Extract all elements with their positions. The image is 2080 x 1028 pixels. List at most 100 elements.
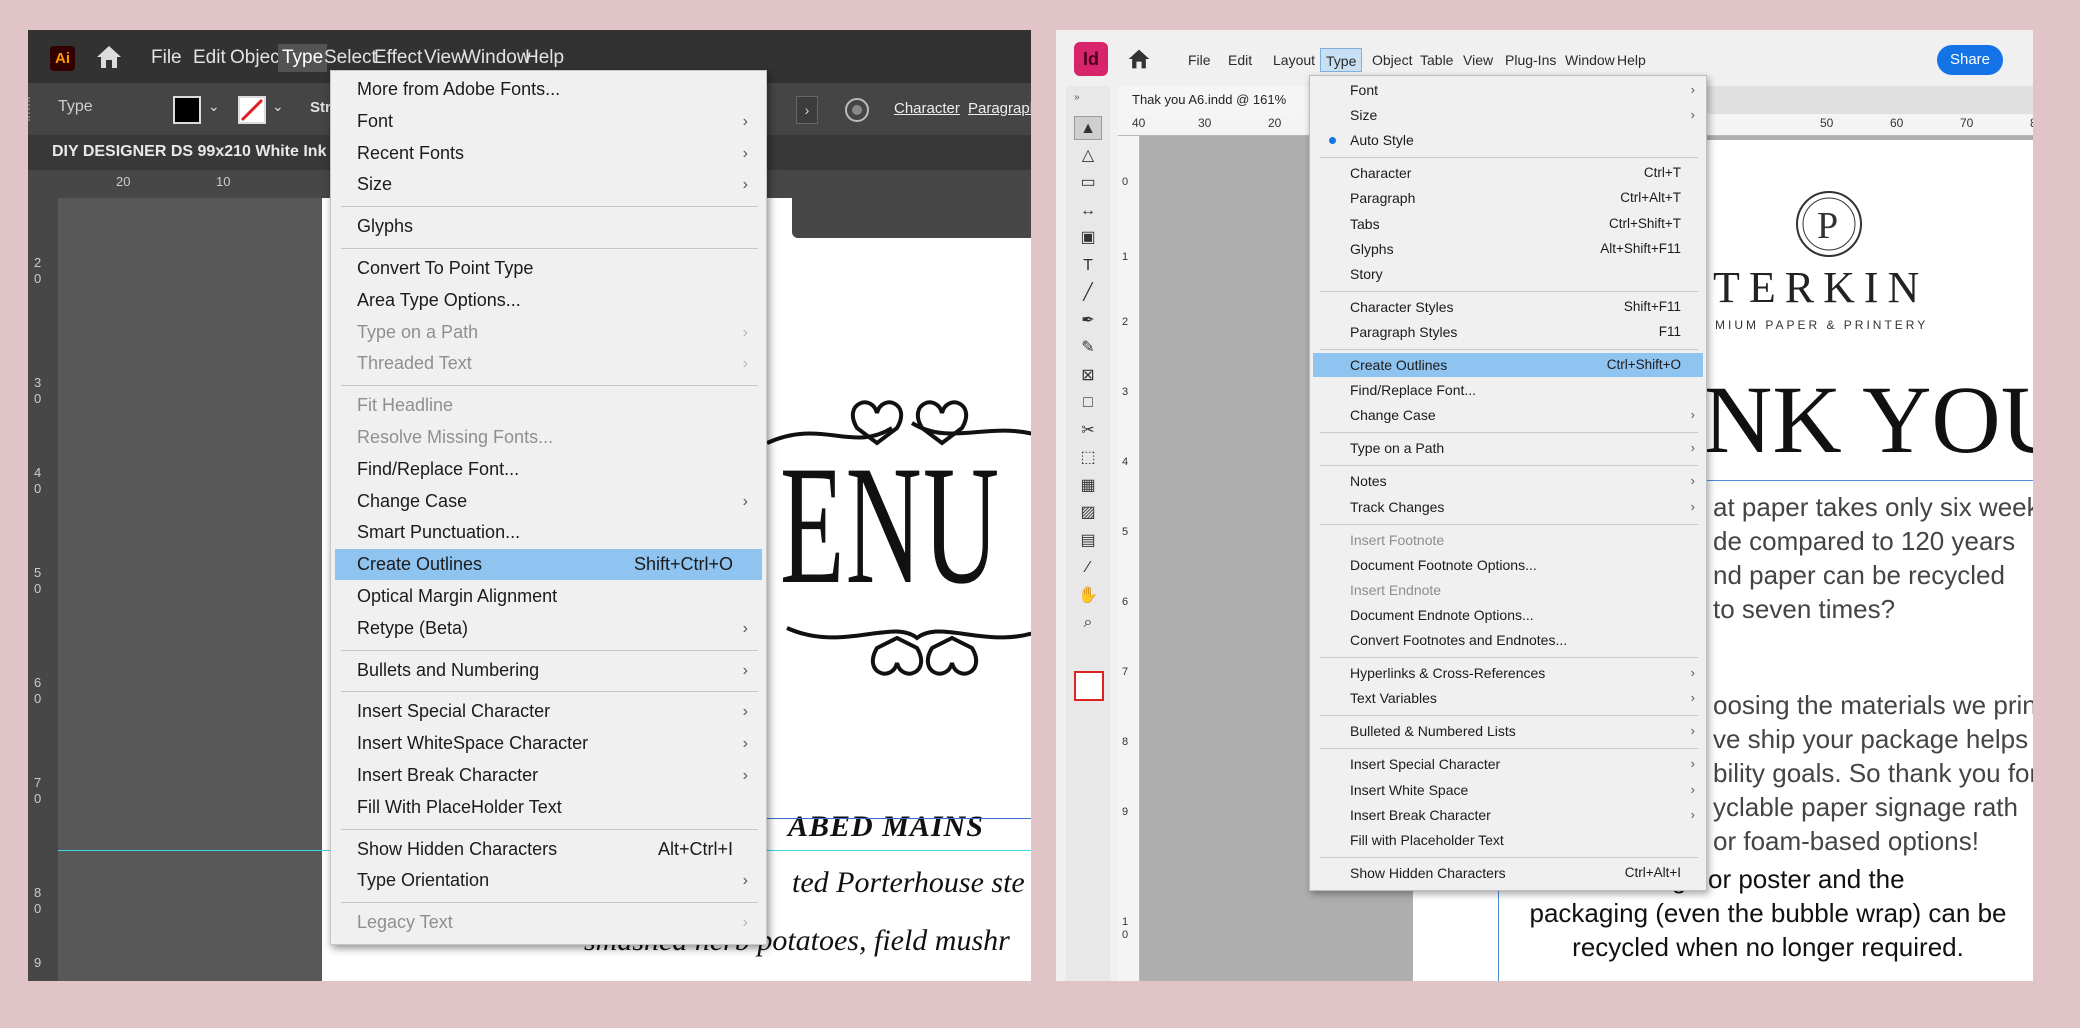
menu-object[interactable]: Object — [1367, 48, 1417, 72]
menu-item-insert-break-character[interactable]: Insert Break Character › — [1313, 803, 1703, 827]
menu-item-glyphs[interactable]: Glyphs Alt+Shift+F11 — [1313, 237, 1703, 261]
menu-item-document-footnote-options[interactable]: Document Footnote Options... — [1313, 553, 1703, 577]
menu-item-fill-with-placeholder-text[interactable]: Fill With PlaceHolder Text — [335, 792, 762, 823]
home-icon[interactable] — [1126, 47, 1152, 71]
menu-edit[interactable]: Edit — [1223, 48, 1257, 72]
eyedropper-tool-icon[interactable]: ⁄ — [1074, 556, 1102, 580]
menu-item-create-outlines[interactable]: Create Outlines Ctrl+Shift+O — [1313, 353, 1703, 377]
chevron-down-icon[interactable]: ⌄ — [272, 98, 284, 115]
menu-item-bulleted-numbered-lists[interactable]: Bulleted & Numbered Lists › — [1313, 719, 1703, 743]
fill-stroke-swatch[interactable] — [1074, 671, 1104, 701]
menu-item-track-changes[interactable]: Track Changes › — [1313, 495, 1703, 519]
menu-item-insert-special-character[interactable]: Insert Special Character › — [1313, 752, 1703, 776]
note-tool-icon[interactable]: ▤ — [1074, 529, 1102, 553]
menu-table[interactable]: Table — [1415, 48, 1458, 72]
home-icon[interactable] — [94, 43, 124, 71]
stroke-label[interactable]: Str — [310, 99, 331, 116]
shortcut-label: Shift+Ctrl+O — [633, 554, 733, 575]
gradient-tool-icon[interactable]: ▦ — [1074, 474, 1102, 498]
share-button[interactable]: Share — [1937, 45, 2003, 75]
menu-item-fill-with-placeholder-text[interactable]: Fill with Placeholder Text — [1313, 828, 1703, 852]
menu-item-type-on-a-path[interactable]: Type on a Path › — [1313, 436, 1703, 460]
menu-item-more-from-adobe-fonts[interactable]: More from Adobe Fonts... — [335, 74, 762, 105]
direct-selection-tool-icon[interactable]: △ — [1074, 144, 1102, 168]
menu-item-insert-white-space[interactable]: Insert White Space › — [1313, 778, 1703, 802]
character-panel-link[interactable]: Character — [894, 100, 960, 117]
menu-item-size[interactable]: Size › — [335, 169, 762, 200]
menu-item-document-endnote-options[interactable]: Document Endnote Options... — [1313, 603, 1703, 627]
menu-type[interactable]: Type — [1320, 48, 1363, 72]
menu-item-area-type-options[interactable]: Area Type Options... — [335, 285, 762, 316]
menu-item-bullets-and-numbering[interactable]: Bullets and Numbering › — [335, 655, 762, 686]
menu-item-recent-fonts[interactable]: Recent Fonts › — [335, 138, 762, 169]
menu-plug-ins[interactable]: Plug-Ins — [1500, 48, 1561, 72]
menu-item-font[interactable]: Font › — [1313, 78, 1703, 102]
type-tool-icon[interactable]: T — [1074, 254, 1102, 278]
shortcut-label: Ctrl+Alt+I — [1624, 864, 1681, 880]
menu-file[interactable]: File — [147, 44, 186, 72]
menu-layout[interactable]: Layout — [1268, 48, 1320, 72]
menu-item-convert-to-point-type[interactable]: Convert To Point Type — [335, 253, 762, 284]
menu-item-character-styles[interactable]: Character Styles Shift+F11 — [1313, 295, 1703, 319]
menu-item-insert-special-character[interactable]: Insert Special Character › — [335, 696, 762, 727]
chevron-right-icon[interactable]: › — [796, 96, 818, 124]
menu-item-show-hidden-characters[interactable]: Show Hidden Characters Ctrl+Alt+I — [1313, 861, 1703, 885]
line-tool-icon[interactable]: ╱ — [1074, 281, 1102, 305]
rectangle-tool-icon[interactable]: □ — [1074, 391, 1102, 415]
menu-item-paragraph[interactable]: Paragraph Ctrl+Alt+T — [1313, 186, 1703, 210]
menu-item-story[interactable]: Story — [1313, 262, 1703, 286]
collapse-icon[interactable]: » — [1074, 92, 1102, 103]
paragraph-panel-link[interactable]: Paragraph — [968, 100, 1031, 117]
page-tool-icon[interactable]: ▭ — [1074, 171, 1102, 195]
fill-swatch[interactable] — [173, 96, 201, 124]
menu-separator — [341, 206, 758, 208]
menu-item-find-replace-font[interactable]: Find/Replace Font... — [1313, 378, 1703, 402]
menu-item-glyphs[interactable]: Glyphs — [335, 211, 762, 242]
gap-tool-icon[interactable]: ↔ — [1074, 199, 1102, 223]
menu-item-size[interactable]: Size › — [1313, 103, 1703, 127]
menu-item-hyperlinks-cross-references[interactable]: Hyperlinks & Cross-References › — [1313, 661, 1703, 685]
menu-item-tabs[interactable]: Tabs Ctrl+Shift+T — [1313, 212, 1703, 236]
menu-item-auto-style[interactable]: Auto Style — [1313, 128, 1703, 152]
menu-item-character[interactable]: Character Ctrl+T — [1313, 161, 1703, 185]
menu-item-insert-break-character[interactable]: Insert Break Character › — [335, 760, 762, 791]
menu-item-font[interactable]: Font › — [335, 106, 762, 137]
menu-item-notes[interactable]: Notes › — [1313, 469, 1703, 493]
menu-item-optical-margin-alignment[interactable]: Optical Margin Alignment — [335, 581, 762, 612]
scissors-tool-icon[interactable]: ✂ — [1074, 419, 1102, 443]
menu-item-change-case[interactable]: Change Case › — [335, 486, 762, 517]
menu-item-type-orientation[interactable]: Type Orientation › — [335, 865, 762, 896]
rectangle-frame-tool-icon[interactable]: ⊠ — [1074, 364, 1102, 388]
grip-handle[interactable] — [28, 97, 36, 121]
pen-tool-icon[interactable]: ✒ — [1074, 309, 1102, 333]
recolor-icon[interactable] — [843, 96, 871, 124]
menu-file[interactable]: File — [1183, 48, 1216, 72]
free-transform-tool-icon[interactable]: ⬚ — [1074, 446, 1102, 470]
menu-help[interactable]: Help — [1612, 48, 1651, 72]
pencil-tool-icon[interactable]: ✎ — [1074, 336, 1102, 360]
menu-edit[interactable]: Edit — [189, 44, 230, 72]
menu-item-insert-whitespace-character[interactable]: Insert WhiteSpace Character › — [335, 728, 762, 759]
content-collector-icon[interactable]: ▣ — [1074, 226, 1102, 250]
hand-tool-icon[interactable]: ✋ — [1074, 584, 1102, 608]
menu-help[interactable]: Help — [521, 44, 568, 72]
zoom-tool-icon[interactable]: ⌕ — [1074, 611, 1102, 635]
menu-effect[interactable]: Effect — [370, 44, 426, 72]
menu-item-paragraph-styles[interactable]: Paragraph Styles F11 — [1313, 320, 1703, 344]
menu-item-convert-footnotes-and-endnotes[interactable]: Convert Footnotes and Endnotes... — [1313, 628, 1703, 652]
id-type-menu: Font › Size › Auto Style Character Ctrl+T Parag… — [1309, 75, 1707, 891]
menu-item-retype-beta[interactable]: Retype (Beta) › — [335, 613, 762, 644]
menu-item-smart-punctuation[interactable]: Smart Punctuation... — [335, 517, 762, 548]
menu-window[interactable]: Window — [1560, 48, 1620, 72]
chevron-down-icon[interactable]: ⌄ — [208, 98, 220, 115]
menu-view[interactable]: View — [1458, 48, 1498, 72]
menu-item-show-hidden-characters[interactable]: Show Hidden Characters Alt+Ctrl+I — [335, 834, 762, 865]
menu-item-text-variables[interactable]: Text Variables › — [1313, 686, 1703, 710]
gradient-feather-icon[interactable]: ▨ — [1074, 501, 1102, 525]
menu-item-find-replace-font[interactable]: Find/Replace Font... — [335, 454, 762, 485]
selection-tool-icon[interactable]: ▲ — [1074, 116, 1102, 140]
floating-panel[interactable] — [792, 170, 1031, 238]
menu-item-change-case[interactable]: Change Case › — [1313, 403, 1703, 427]
stroke-swatch[interactable] — [238, 96, 266, 124]
menu-item-create-outlines[interactable]: Create Outlines Shift+Ctrl+O — [335, 549, 762, 581]
